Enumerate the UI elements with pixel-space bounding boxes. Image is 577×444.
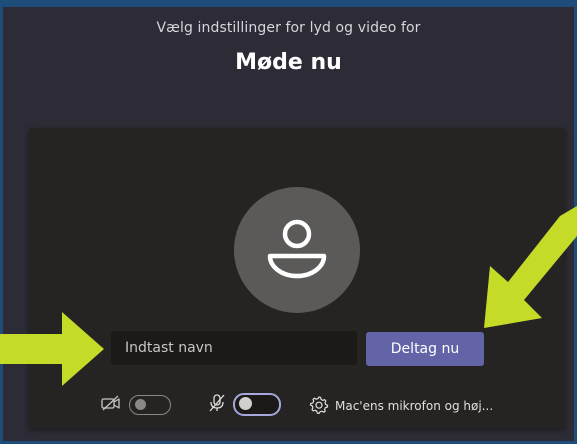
- avatar-person-icon: [267, 219, 327, 279]
- prejoin-subtitle: Vælg indstillinger for lyd og video for: [156, 20, 421, 36]
- join-now-button[interactable]: Deltag nu: [366, 332, 484, 366]
- camera-off-icon: [101, 395, 120, 411]
- camera-toggle-knob: [135, 399, 146, 410]
- mic-off-icon: [209, 394, 225, 412]
- camera-toggle[interactable]: [129, 395, 171, 415]
- arrow-down-left-annotation: [484, 206, 577, 328]
- microphone-toggle[interactable]: [233, 393, 281, 416]
- name-input[interactable]: [111, 331, 357, 365]
- microphone-toggle-knob: [239, 397, 252, 410]
- gear-icon[interactable]: [309, 395, 329, 415]
- audio-device-label[interactable]: Mac'ens mikrofon og høj...: [335, 399, 493, 413]
- meeting-title: Møde nu: [235, 50, 342, 75]
- arrow-right-annotation: [0, 312, 104, 386]
- avatar: [234, 187, 360, 313]
